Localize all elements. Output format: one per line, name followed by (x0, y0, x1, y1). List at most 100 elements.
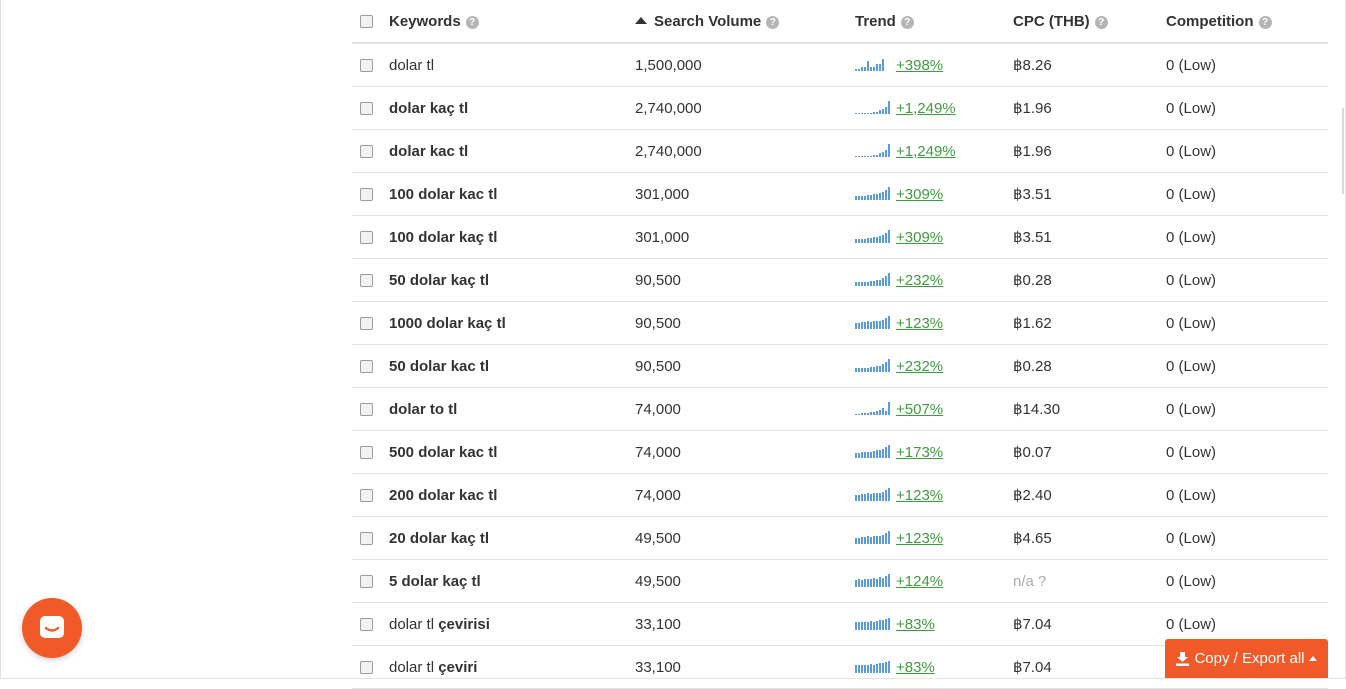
spark-bar (879, 192, 881, 200)
row-checkbox[interactable] (360, 59, 373, 73)
row-checkbox[interactable] (360, 661, 373, 675)
spark-bar (879, 576, 881, 587)
spark-bar (858, 452, 860, 458)
spark-bar (864, 367, 866, 372)
keyword-bold: 200 dolar kac tl (389, 486, 498, 504)
trend-percent-link[interactable]: +232% (896, 272, 943, 289)
trend-percent-link[interactable]: +83% (896, 616, 935, 633)
trend-cell: +123% (855, 301, 1013, 345)
keyword-cell: 100 dolar kac tl (389, 172, 635, 216)
row-checkbox[interactable] (360, 317, 373, 331)
trend-percent-link[interactable]: +398% (896, 57, 943, 74)
row-checkbox[interactable] (360, 274, 373, 288)
keyword-cell: 1000 dolar kaç tl (389, 301, 635, 345)
select-all-checkbox[interactable] (360, 15, 373, 29)
trend-sparkline (855, 487, 891, 501)
cpc-cell: ฿1.96 (1013, 86, 1166, 130)
table-row: dolar kaç tl 2,740,000 +1,249% ฿1.96 0 (Low) (352, 86, 1328, 130)
spark-bar (870, 366, 872, 372)
header-cpc[interactable]: CPC (THB)? (1013, 0, 1166, 44)
header-search-volume[interactable]: Search Volume? (635, 0, 855, 44)
spark-bar (882, 491, 884, 501)
spark-bar (858, 367, 860, 372)
trend-percent-link[interactable]: +1,249% (896, 100, 956, 117)
competition-cell: 0 (Low) (1166, 129, 1328, 173)
help-icon[interactable]: ? (1094, 15, 1108, 29)
spark-bar (861, 112, 863, 114)
row-checkbox[interactable] (360, 145, 373, 159)
header-competition[interactable]: Competition? (1166, 0, 1328, 44)
row-checkbox[interactable] (360, 360, 373, 374)
spark-bar (879, 109, 881, 114)
trend-percent-link[interactable]: +123% (896, 530, 943, 547)
keyword-cell: dolar tl çevirisi (389, 602, 635, 646)
export-label: Copy / Export all (1194, 650, 1305, 667)
keyword-cell: dolar kaç tl (389, 86, 635, 130)
header-trend[interactable]: Trend? (855, 0, 1013, 44)
spark-bar (882, 191, 884, 200)
trend-sparkline (855, 573, 891, 587)
header-keywords[interactable]: Keywords? (389, 0, 635, 44)
keyword-bold: 100 dolar kaç tl (389, 228, 498, 246)
trend-percent-link[interactable]: +123% (896, 487, 943, 504)
row-checkbox[interactable] (360, 446, 373, 460)
cpc-cell: ฿3.51 (1013, 215, 1166, 259)
chat-bubble-icon (40, 616, 64, 638)
spark-bar (864, 451, 866, 458)
trend-cell: +173% (855, 430, 1013, 474)
keyword-bold: 50 dolar kac tl (389, 357, 490, 375)
spark-bar (861, 536, 863, 544)
spark-bar (885, 275, 887, 286)
spark-bar (876, 535, 878, 544)
chat-launcher-button[interactable] (22, 598, 82, 658)
help-icon[interactable]: ? (1258, 15, 1272, 29)
spark-bar (873, 366, 875, 372)
row-checkbox[interactable] (360, 575, 373, 589)
spark-bar (876, 663, 878, 673)
spark-bar (888, 617, 890, 630)
spark-bar (855, 367, 857, 372)
search-volume-cell: 33,100 (635, 602, 855, 646)
row-checkbox[interactable] (360, 102, 373, 116)
search-volume-cell: 49,500 (635, 559, 855, 603)
row-checkbox[interactable] (360, 532, 373, 546)
trend-percent-link[interactable]: +309% (896, 229, 943, 246)
header-cpc-label: CPC (THB) (1013, 12, 1090, 30)
spark-bar (870, 321, 872, 329)
spark-bar (855, 494, 857, 501)
trend-percent-link[interactable]: +1,249% (896, 143, 956, 160)
spark-bar (867, 535, 869, 544)
help-icon[interactable]: ? (900, 15, 914, 29)
trend-sparkline (855, 229, 891, 243)
spark-bar (861, 493, 863, 501)
trend-percent-link[interactable]: +123% (896, 315, 943, 332)
spark-bar (885, 317, 887, 329)
spark-bar (873, 236, 875, 243)
trend-percent-link[interactable]: +232% (896, 358, 943, 375)
row-checkbox[interactable] (360, 489, 373, 503)
trend-percent-link[interactable]: +124% (896, 573, 943, 590)
spark-bar (885, 575, 887, 587)
row-checkbox[interactable] (360, 403, 373, 417)
trend-percent-link[interactable]: +507% (896, 401, 943, 418)
spark-bar (855, 322, 857, 329)
spark-bar (873, 111, 875, 114)
help-icon[interactable]: ? (766, 15, 780, 29)
trend-percent-link[interactable]: +309% (896, 186, 943, 203)
header-search-volume-label: Search Volume (654, 12, 762, 30)
spark-bar (858, 195, 860, 200)
row-checkbox[interactable] (360, 618, 373, 632)
spark-bar (885, 189, 887, 200)
row-checkbox[interactable] (360, 231, 373, 245)
spark-bar (870, 620, 872, 630)
trend-percent-link[interactable]: +173% (896, 444, 943, 461)
row-checkbox[interactable] (360, 188, 373, 202)
copy-export-button[interactable]: Copy / Export all (1165, 639, 1328, 678)
spark-bar (873, 66, 875, 71)
help-icon[interactable]: ? (465, 15, 479, 29)
trend-percent-link[interactable]: +83% (896, 659, 935, 676)
competition-cell: 0 (Low) (1166, 215, 1328, 259)
spark-bar (876, 620, 878, 630)
spark-bar (861, 155, 863, 157)
table-header-row: Keywords? Search Volume? Trend? CPC (THB… (352, 0, 1328, 44)
